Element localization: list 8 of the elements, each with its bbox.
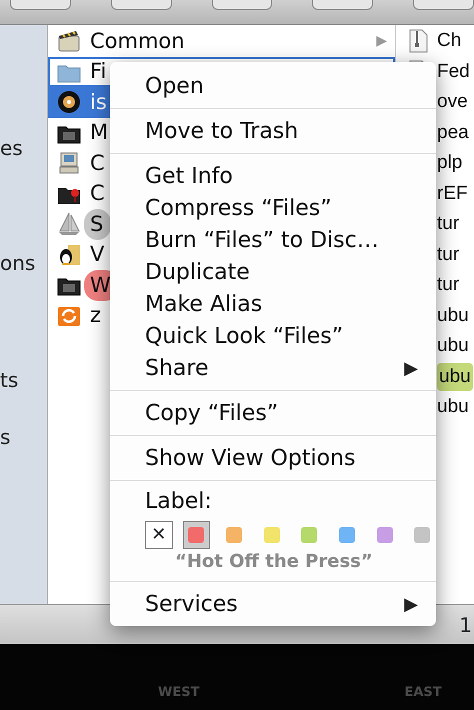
label-caption: “Hot Off the Press” bbox=[174, 550, 374, 574]
label-heading: Label: bbox=[144, 488, 213, 516]
status-text: 1 bbox=[459, 612, 472, 638]
footer-label: WEST bbox=[158, 684, 200, 702]
footer-label: EAST bbox=[404, 684, 442, 702]
disclosure-arrow-icon: ▶ bbox=[376, 30, 387, 52]
submenu-arrow-icon: ▶ bbox=[404, 354, 418, 382]
submenu-arrow-icon: ▶ bbox=[404, 590, 418, 618]
